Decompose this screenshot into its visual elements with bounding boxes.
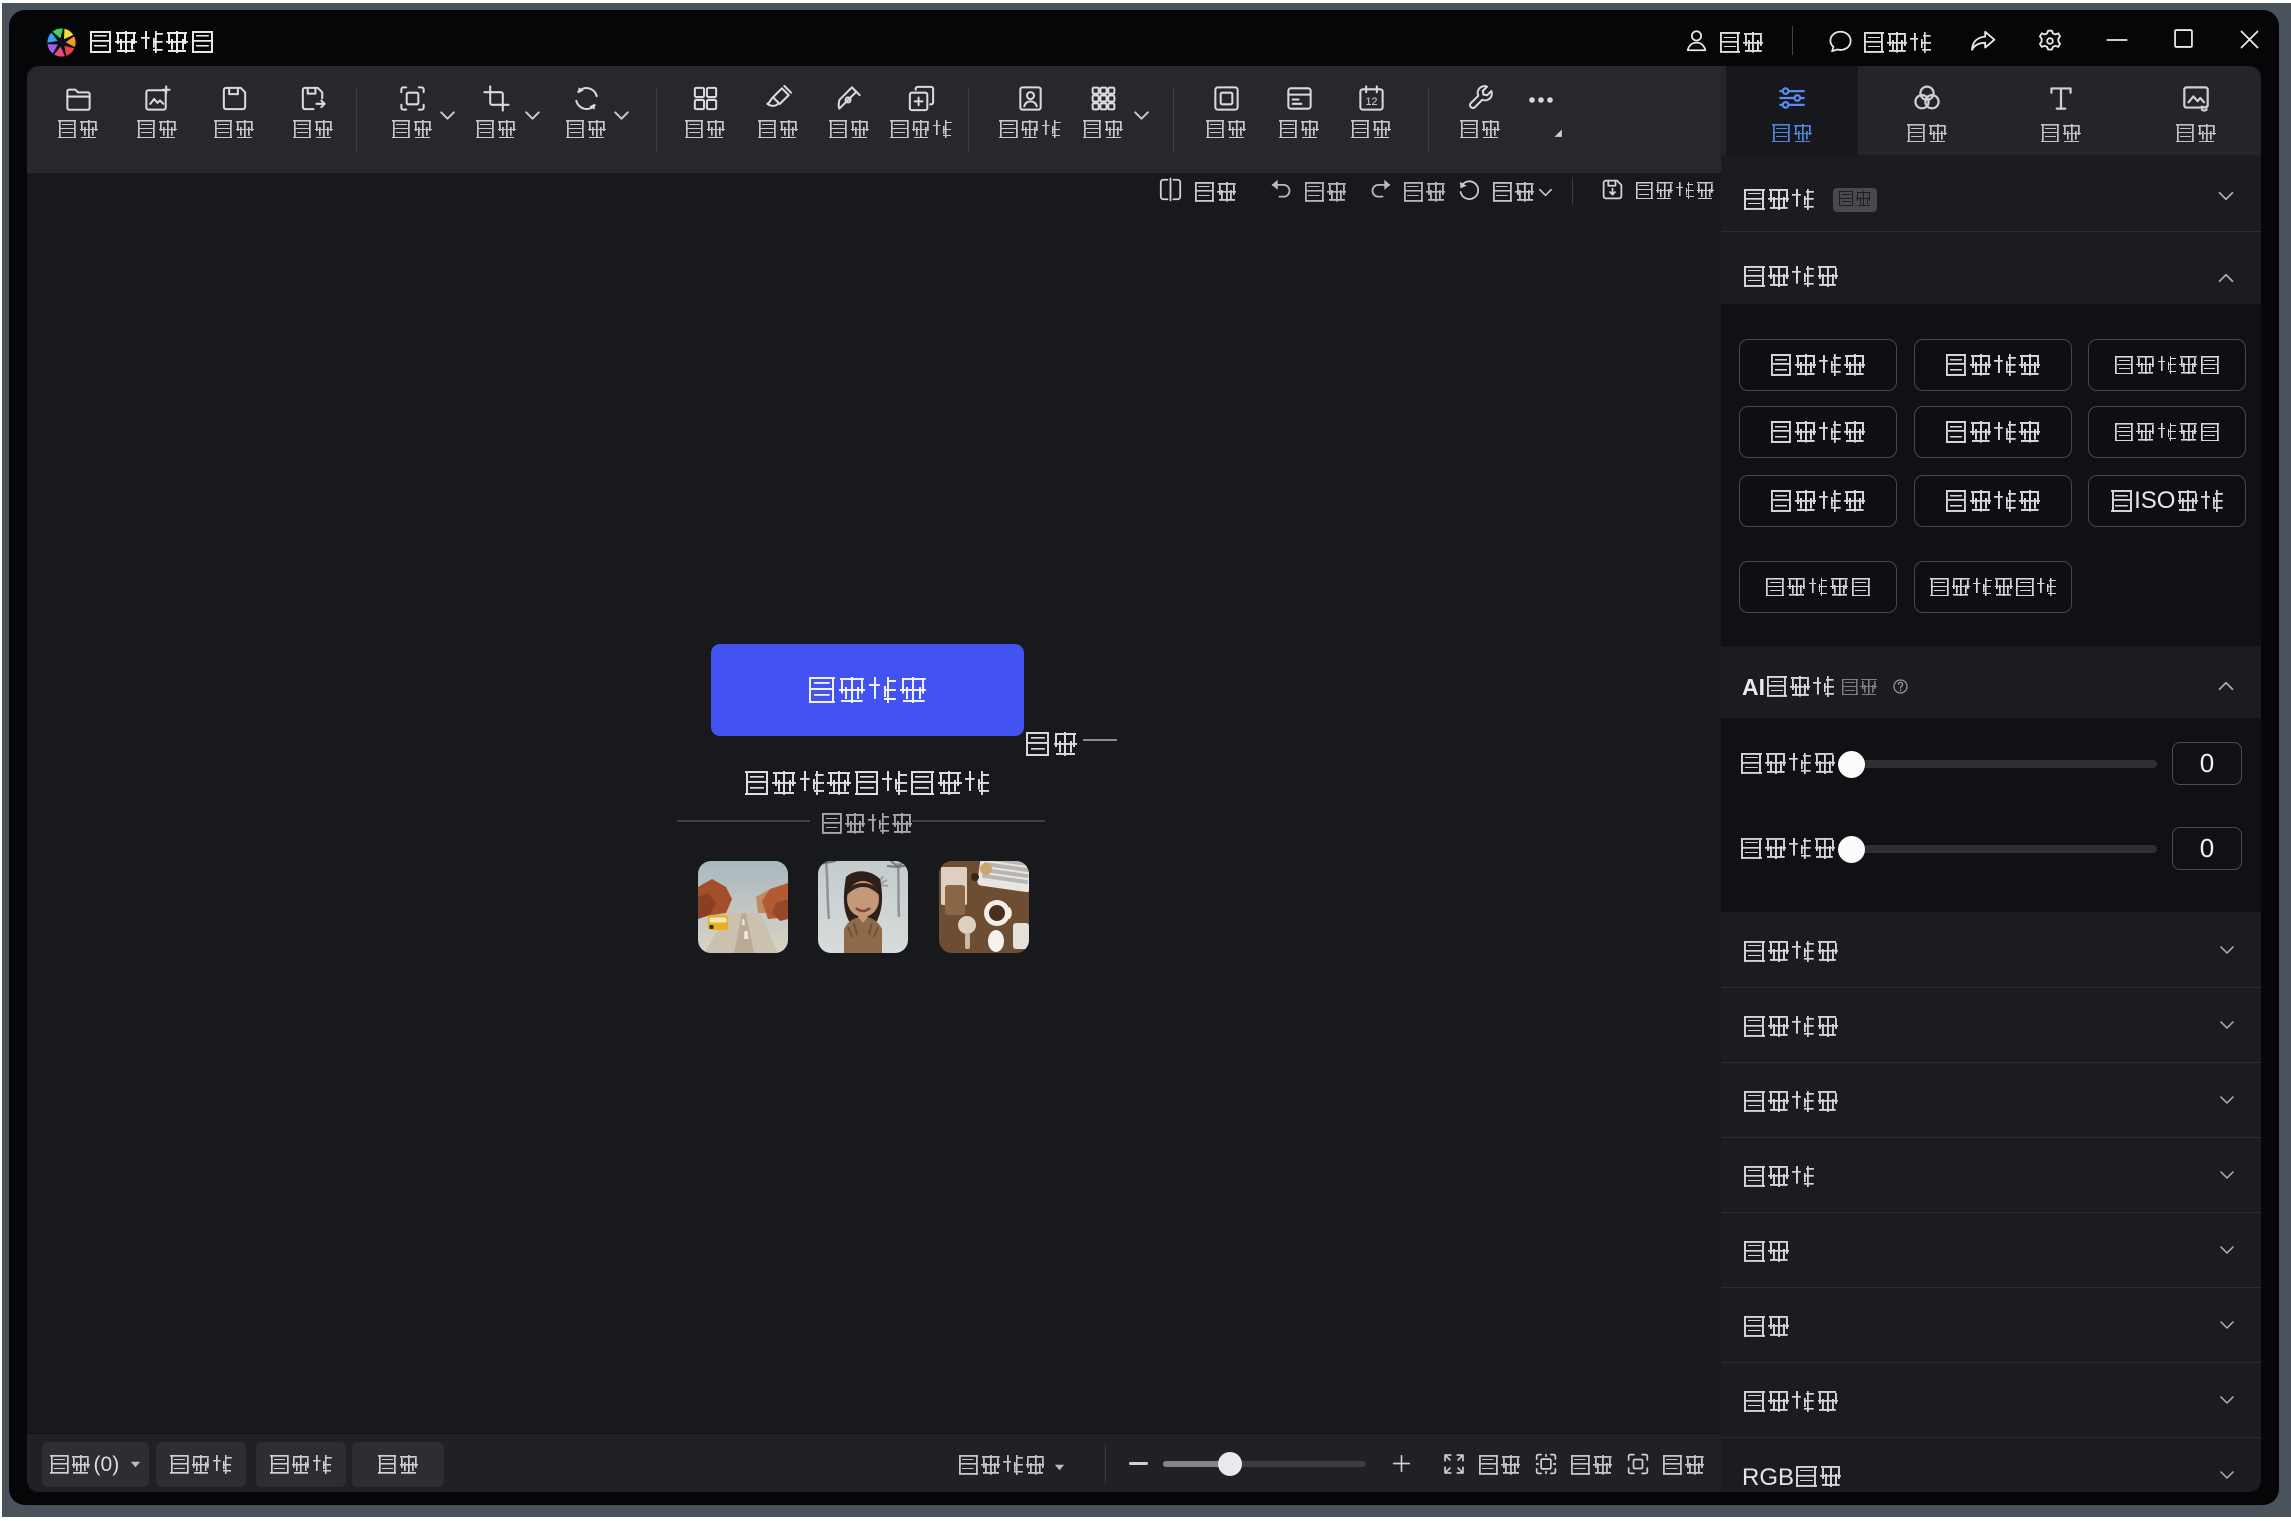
svg-text:12: 12 bbox=[1365, 96, 1377, 108]
